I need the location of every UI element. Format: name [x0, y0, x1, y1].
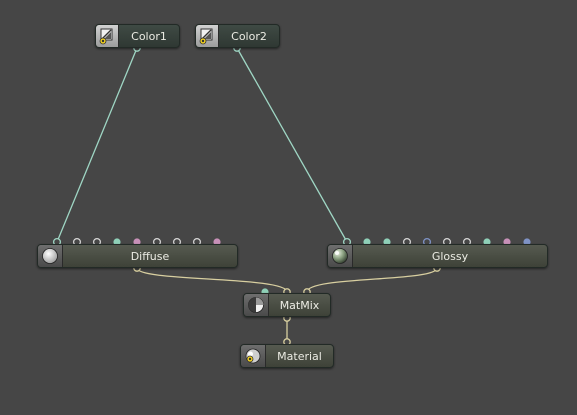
- mix-material-icon: [244, 294, 269, 316]
- glossy-node[interactable]: Glossy: [327, 244, 548, 268]
- matmix-node-label: MatMix: [279, 298, 320, 312]
- wire-diffuse-to-matmix: [136, 267, 288, 293]
- node-graph-canvas[interactable]: Color1 Color2 Diffuse Glossy MatMix Mate…: [0, 0, 577, 415]
- material-node[interactable]: Material: [240, 344, 334, 368]
- wire-color1-to-diffuse: [56, 47, 138, 243]
- diffuse-material-icon: [38, 245, 63, 267]
- color2-node-label: Color2: [231, 29, 267, 43]
- color1-node[interactable]: Color1: [95, 24, 180, 48]
- wire-color2-to-glossy: [236, 47, 348, 243]
- glossy-node-label: Glossy: [431, 249, 469, 263]
- rgb-texture-icon: [96, 25, 119, 47]
- matmix-node[interactable]: MatMix: [243, 293, 331, 317]
- glossy-material-icon: [328, 245, 353, 267]
- diffuse-node-label: Diffuse: [130, 249, 170, 263]
- diffuse-node[interactable]: Diffuse: [37, 244, 238, 268]
- wire-glossy-to-matmix: [306, 267, 438, 293]
- material-node-label: Material: [277, 349, 322, 363]
- material-output-icon: [241, 345, 266, 367]
- color2-node[interactable]: Color2: [195, 24, 280, 48]
- color1-node-label: Color1: [131, 29, 167, 43]
- rgb-texture-icon: [196, 25, 219, 47]
